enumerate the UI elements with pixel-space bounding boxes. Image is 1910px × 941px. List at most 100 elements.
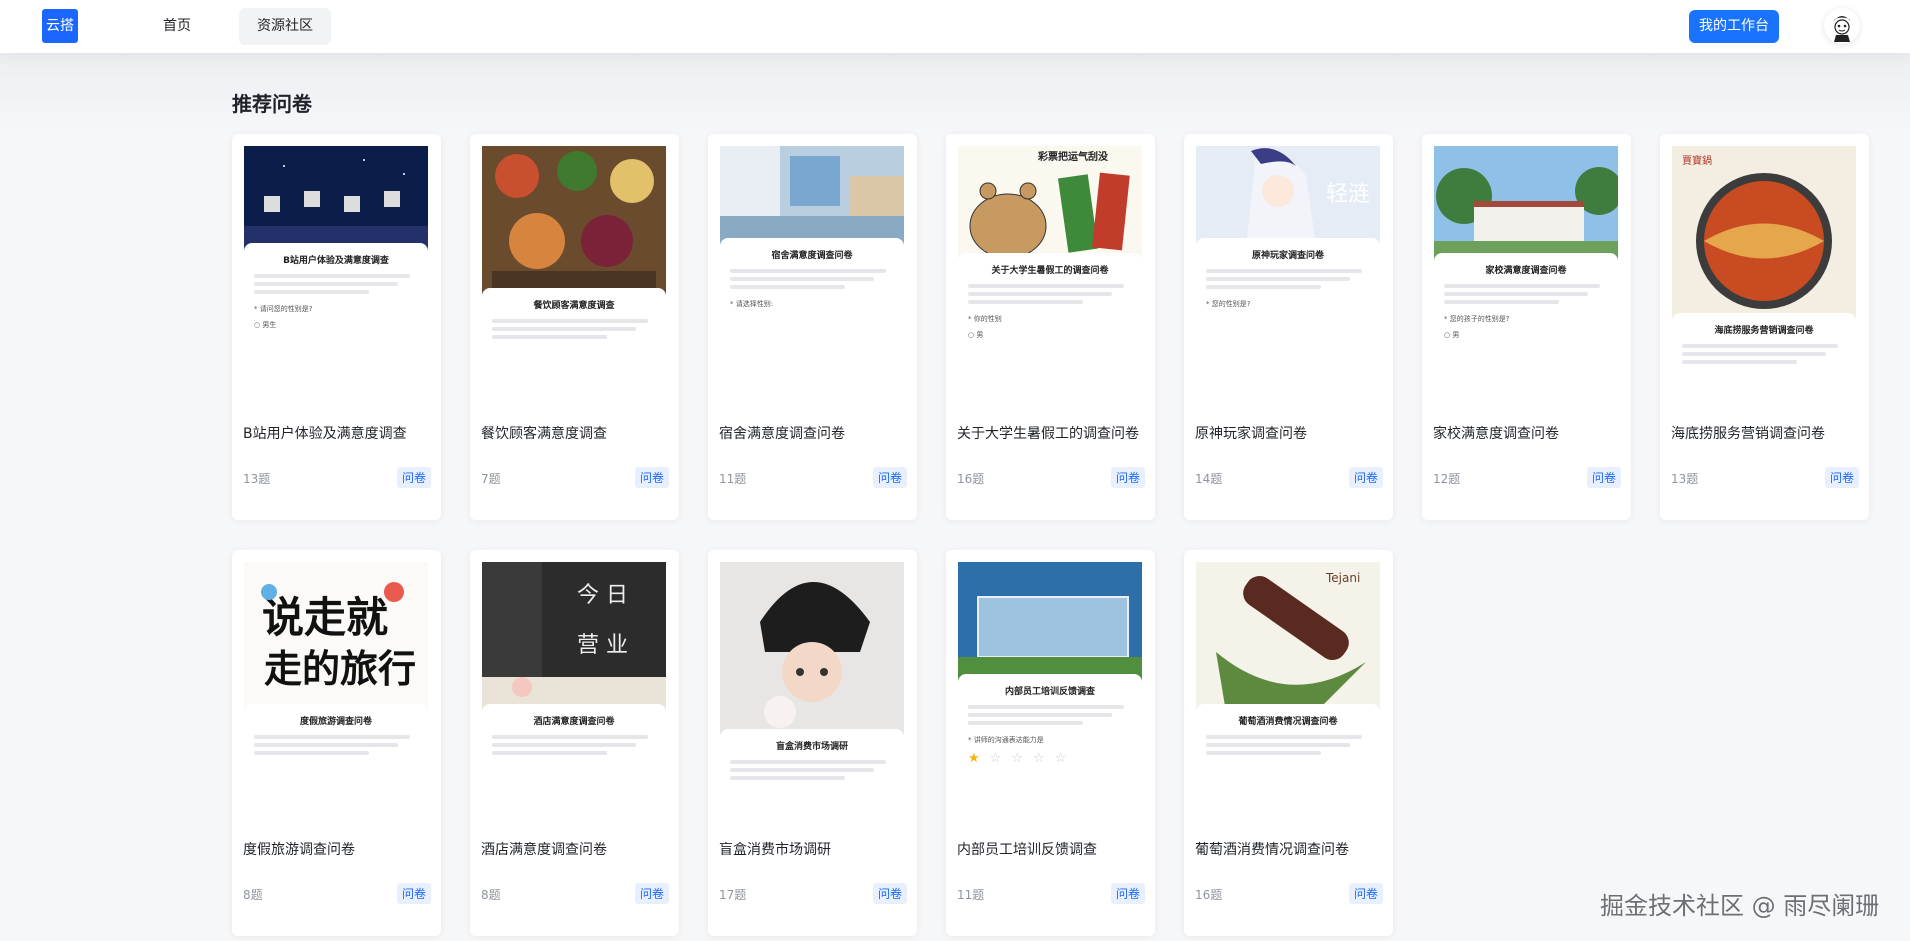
preview-option-label: 男生 bbox=[262, 321, 277, 329]
questionnaire-card[interactable]: Tejani 葡萄酒消费情况调查问卷葡萄酒消费情况调查问卷 16题 问卷 bbox=[1184, 550, 1393, 936]
preview-survey-title: 海底捞服务营销调查问卷 bbox=[1714, 326, 1814, 336]
questionnaire-card[interactable]: B站用户体验及满意度调查 * 请问您的性别是? ○ 男生 B站用户体验及满意度调查 13… bbox=[232, 134, 441, 520]
preview-survey-title: 盲盒消费市场调研 bbox=[775, 742, 848, 752]
type-tag: 问卷 bbox=[1586, 467, 1621, 488]
section-title: 推荐问卷 bbox=[232, 92, 312, 116]
questionnaire-card[interactable]: 彩票把运气刮没 关于大学生暑假工的调查问卷 * 你的性别 ○ 男关于大学生暑假工的调查… bbox=[946, 134, 1155, 520]
nav-home[interactable]: 首页 bbox=[145, 8, 209, 45]
cover-image-icon bbox=[244, 146, 428, 251]
card-title[interactable]: 内部员工培训反馈调查 bbox=[957, 839, 1097, 859]
questionnaire-card[interactable]: 内部员工培训反馈调查 * 讲师的沟通表达能力是 ★☆☆☆☆ 内部员工培训反馈调查 11题… bbox=[946, 550, 1155, 936]
cover-image-icon bbox=[482, 146, 666, 296]
svg-text:賈寶鍋: 賈寶鍋 bbox=[1682, 154, 1712, 167]
preview-survey-title: 餐饮顾客满意度调查 bbox=[533, 301, 615, 311]
preview-question: * 请选择性别: bbox=[730, 300, 774, 308]
questionnaire-card[interactable]: 说走就 走的旅行 度假旅游调查问卷 度假旅游调查问卷 8题 问卷 bbox=[232, 550, 441, 936]
question-count: 16题 bbox=[1195, 888, 1223, 902]
card-title[interactable]: 度假旅游调查问卷 bbox=[243, 839, 355, 859]
star-empty-icon: ☆ bbox=[1054, 751, 1077, 766]
survey-preview-sheet: 度假旅游调查问卷 bbox=[244, 704, 428, 814]
card-title[interactable]: 海底捞服务营销调查问卷 bbox=[1671, 423, 1825, 443]
cover-image-icon: 今 日营 业 bbox=[482, 562, 666, 712]
card-preview: Tejani 葡萄酒消费情况调查问卷 bbox=[1196, 562, 1380, 814]
cover-image-icon bbox=[720, 562, 904, 737]
preview-option: ○ 男 bbox=[968, 331, 984, 339]
rating-stars: ★☆☆☆☆ bbox=[968, 751, 1132, 766]
card-title[interactable]: 家校满意度调查问卷 bbox=[1433, 423, 1559, 443]
star-empty-icon: ☆ bbox=[1032, 751, 1055, 766]
cover-image-icon: 賈寶鍋 bbox=[1672, 146, 1856, 321]
card-title[interactable]: 葡萄酒消费情况调查问卷 bbox=[1195, 839, 1349, 859]
card-title[interactable]: 餐饮顾客满意度调查 bbox=[481, 423, 607, 443]
card-title[interactable]: 原神玩家调查问卷 bbox=[1195, 423, 1307, 443]
card-preview: 賈寶鍋海底捞服务营销调查问卷 bbox=[1672, 146, 1856, 398]
card-title[interactable]: B站用户体验及满意度调查 bbox=[243, 423, 407, 443]
questionnaire-card[interactable]: 賈寶鍋 海底捞服务营销调查问卷 海底捞服务营销调查问卷 13题 问卷 bbox=[1660, 134, 1869, 520]
avatar-cartoon-icon bbox=[1833, 16, 1851, 42]
type-tag: 问卷 bbox=[872, 883, 907, 904]
card-preview: 餐饮顾客满意度调查 bbox=[482, 146, 666, 398]
svg-text:今 日: 今 日 bbox=[577, 583, 628, 608]
question-count: 11题 bbox=[719, 472, 747, 486]
questionnaire-card[interactable]: 餐饮顾客满意度调查 餐饮顾客满意度调查 7题 问卷 bbox=[470, 134, 679, 520]
preview-question: * 你的性别 bbox=[968, 315, 1002, 323]
card-preview: 家校满意度调查问卷 * 您的孩子的性别是? ○ 男 bbox=[1434, 146, 1618, 398]
preview-survey-title: 原神玩家调查问卷 bbox=[1251, 251, 1324, 261]
svg-text:Tejani: Tejani bbox=[1325, 571, 1360, 585]
svg-text:轻涟: 轻涟 bbox=[1326, 182, 1370, 207]
questionnaire-card[interactable]: 今 日营 业酒店满意度调查问卷 酒店满意度调查问卷 8题 问卷 bbox=[470, 550, 679, 936]
survey-preview-sheet: 关于大学生暑假工的调查问卷 * 你的性别 ○ 男 bbox=[958, 253, 1142, 398]
star-filled-icon: ★ bbox=[968, 751, 990, 766]
card-preview: 盲盒消费市场调研 bbox=[720, 562, 904, 814]
preview-option: ○ 男 bbox=[1444, 331, 1460, 339]
preview-option-label: 男 bbox=[1452, 331, 1460, 339]
question-count: 17题 bbox=[719, 888, 747, 902]
questionnaire-card[interactable]: 盲盒消费市场调研 盲盒消费市场调研 17题 问卷 bbox=[708, 550, 917, 936]
my-workbench-button[interactable]: 我的工作台 bbox=[1689, 10, 1779, 43]
type-tag: 问卷 bbox=[1110, 883, 1145, 904]
type-tag: 问卷 bbox=[396, 467, 431, 488]
watermark-text: 掘金技术社区 @ 雨尽阑珊 bbox=[1600, 892, 1880, 920]
card-title[interactable]: 酒店满意度调查问卷 bbox=[481, 839, 607, 859]
card-title[interactable]: 关于大学生暑假工的调查问卷 bbox=[957, 423, 1139, 443]
preview-survey-title: 家校满意度调查问卷 bbox=[1485, 266, 1567, 276]
preview-survey-title: 度假旅游调查问卷 bbox=[299, 717, 372, 727]
card-title[interactable]: 盲盒消费市场调研 bbox=[719, 839, 831, 859]
survey-preview-sheet: 酒店满意度调查问卷 bbox=[482, 704, 666, 814]
preview-question: * 请问您的性别是? bbox=[254, 305, 313, 313]
cover-image-icon: 说走就走的旅行 bbox=[244, 562, 428, 712]
svg-text:营 业: 营 业 bbox=[577, 633, 628, 658]
question-count: 8题 bbox=[243, 888, 263, 902]
nav-resource-community[interactable]: 资源社区 bbox=[239, 8, 331, 45]
svg-text:说走就: 说走就 bbox=[262, 593, 388, 642]
user-avatar[interactable] bbox=[1824, 8, 1860, 44]
svg-text:彩票把运气刮没: 彩票把运气刮没 bbox=[1037, 150, 1109, 163]
survey-preview-sheet: 内部员工培训反馈调查 * 讲师的沟通表达能力是 ★☆☆☆☆ bbox=[958, 674, 1142, 814]
question-count: 16题 bbox=[957, 472, 985, 486]
survey-preview-sheet: 盲盒消费市场调研 bbox=[720, 729, 904, 814]
card-preview: 内部员工培训反馈调查 * 讲师的沟通表达能力是 ★☆☆☆☆ bbox=[958, 562, 1142, 814]
question-count: 7题 bbox=[481, 472, 501, 486]
star-empty-icon: ☆ bbox=[1011, 751, 1033, 766]
preview-survey-title: 内部员工培训反馈调查 bbox=[1004, 687, 1095, 697]
questionnaire-card[interactable]: 家校满意度调查问卷 * 您的孩子的性别是? ○ 男家校满意度调查问卷 12题 问卷 bbox=[1422, 134, 1631, 520]
card-title[interactable]: 宿舍满意度调查问卷 bbox=[719, 423, 845, 443]
question-count: 13题 bbox=[243, 472, 271, 486]
cover-image-icon bbox=[958, 562, 1142, 682]
questionnaire-card[interactable]: 轻涟 原神玩家调查问卷 * 您的性别是? 原神玩家调查问卷 14题 问卷 bbox=[1184, 134, 1393, 520]
preview-survey-title: 宿舍满意度调查问卷 bbox=[771, 251, 853, 261]
questionnaire-card[interactable]: 宿舍满意度调查问卷 * 请选择性别: 宿舍满意度调查问卷 11题 问卷 bbox=[708, 134, 917, 520]
svg-text:走的旅行: 走的旅行 bbox=[264, 647, 416, 691]
card-preview: 轻涟 原神玩家调查问卷 * 您的性别是? bbox=[1196, 146, 1380, 398]
star-empty-icon: ☆ bbox=[989, 751, 1012, 766]
type-tag: 问卷 bbox=[1348, 883, 1383, 904]
survey-preview-sheet: 宿舍满意度调查问卷 * 请选择性别: bbox=[720, 238, 904, 398]
top-navigation-bar: 云搭 首页 资源社区 我的工作台 bbox=[0, 0, 1910, 53]
survey-preview-sheet: B站用户体验及满意度调查 * 请问您的性别是? ○ 男生 bbox=[244, 243, 428, 398]
question-count: 14题 bbox=[1195, 472, 1223, 486]
survey-preview-sheet: 餐饮顾客满意度调查 bbox=[482, 288, 666, 398]
cover-image-icon: 轻涟 bbox=[1196, 146, 1380, 246]
question-count: 8题 bbox=[481, 888, 501, 902]
cover-image-icon bbox=[1434, 146, 1618, 261]
app-logo[interactable]: 云搭 bbox=[42, 9, 78, 43]
